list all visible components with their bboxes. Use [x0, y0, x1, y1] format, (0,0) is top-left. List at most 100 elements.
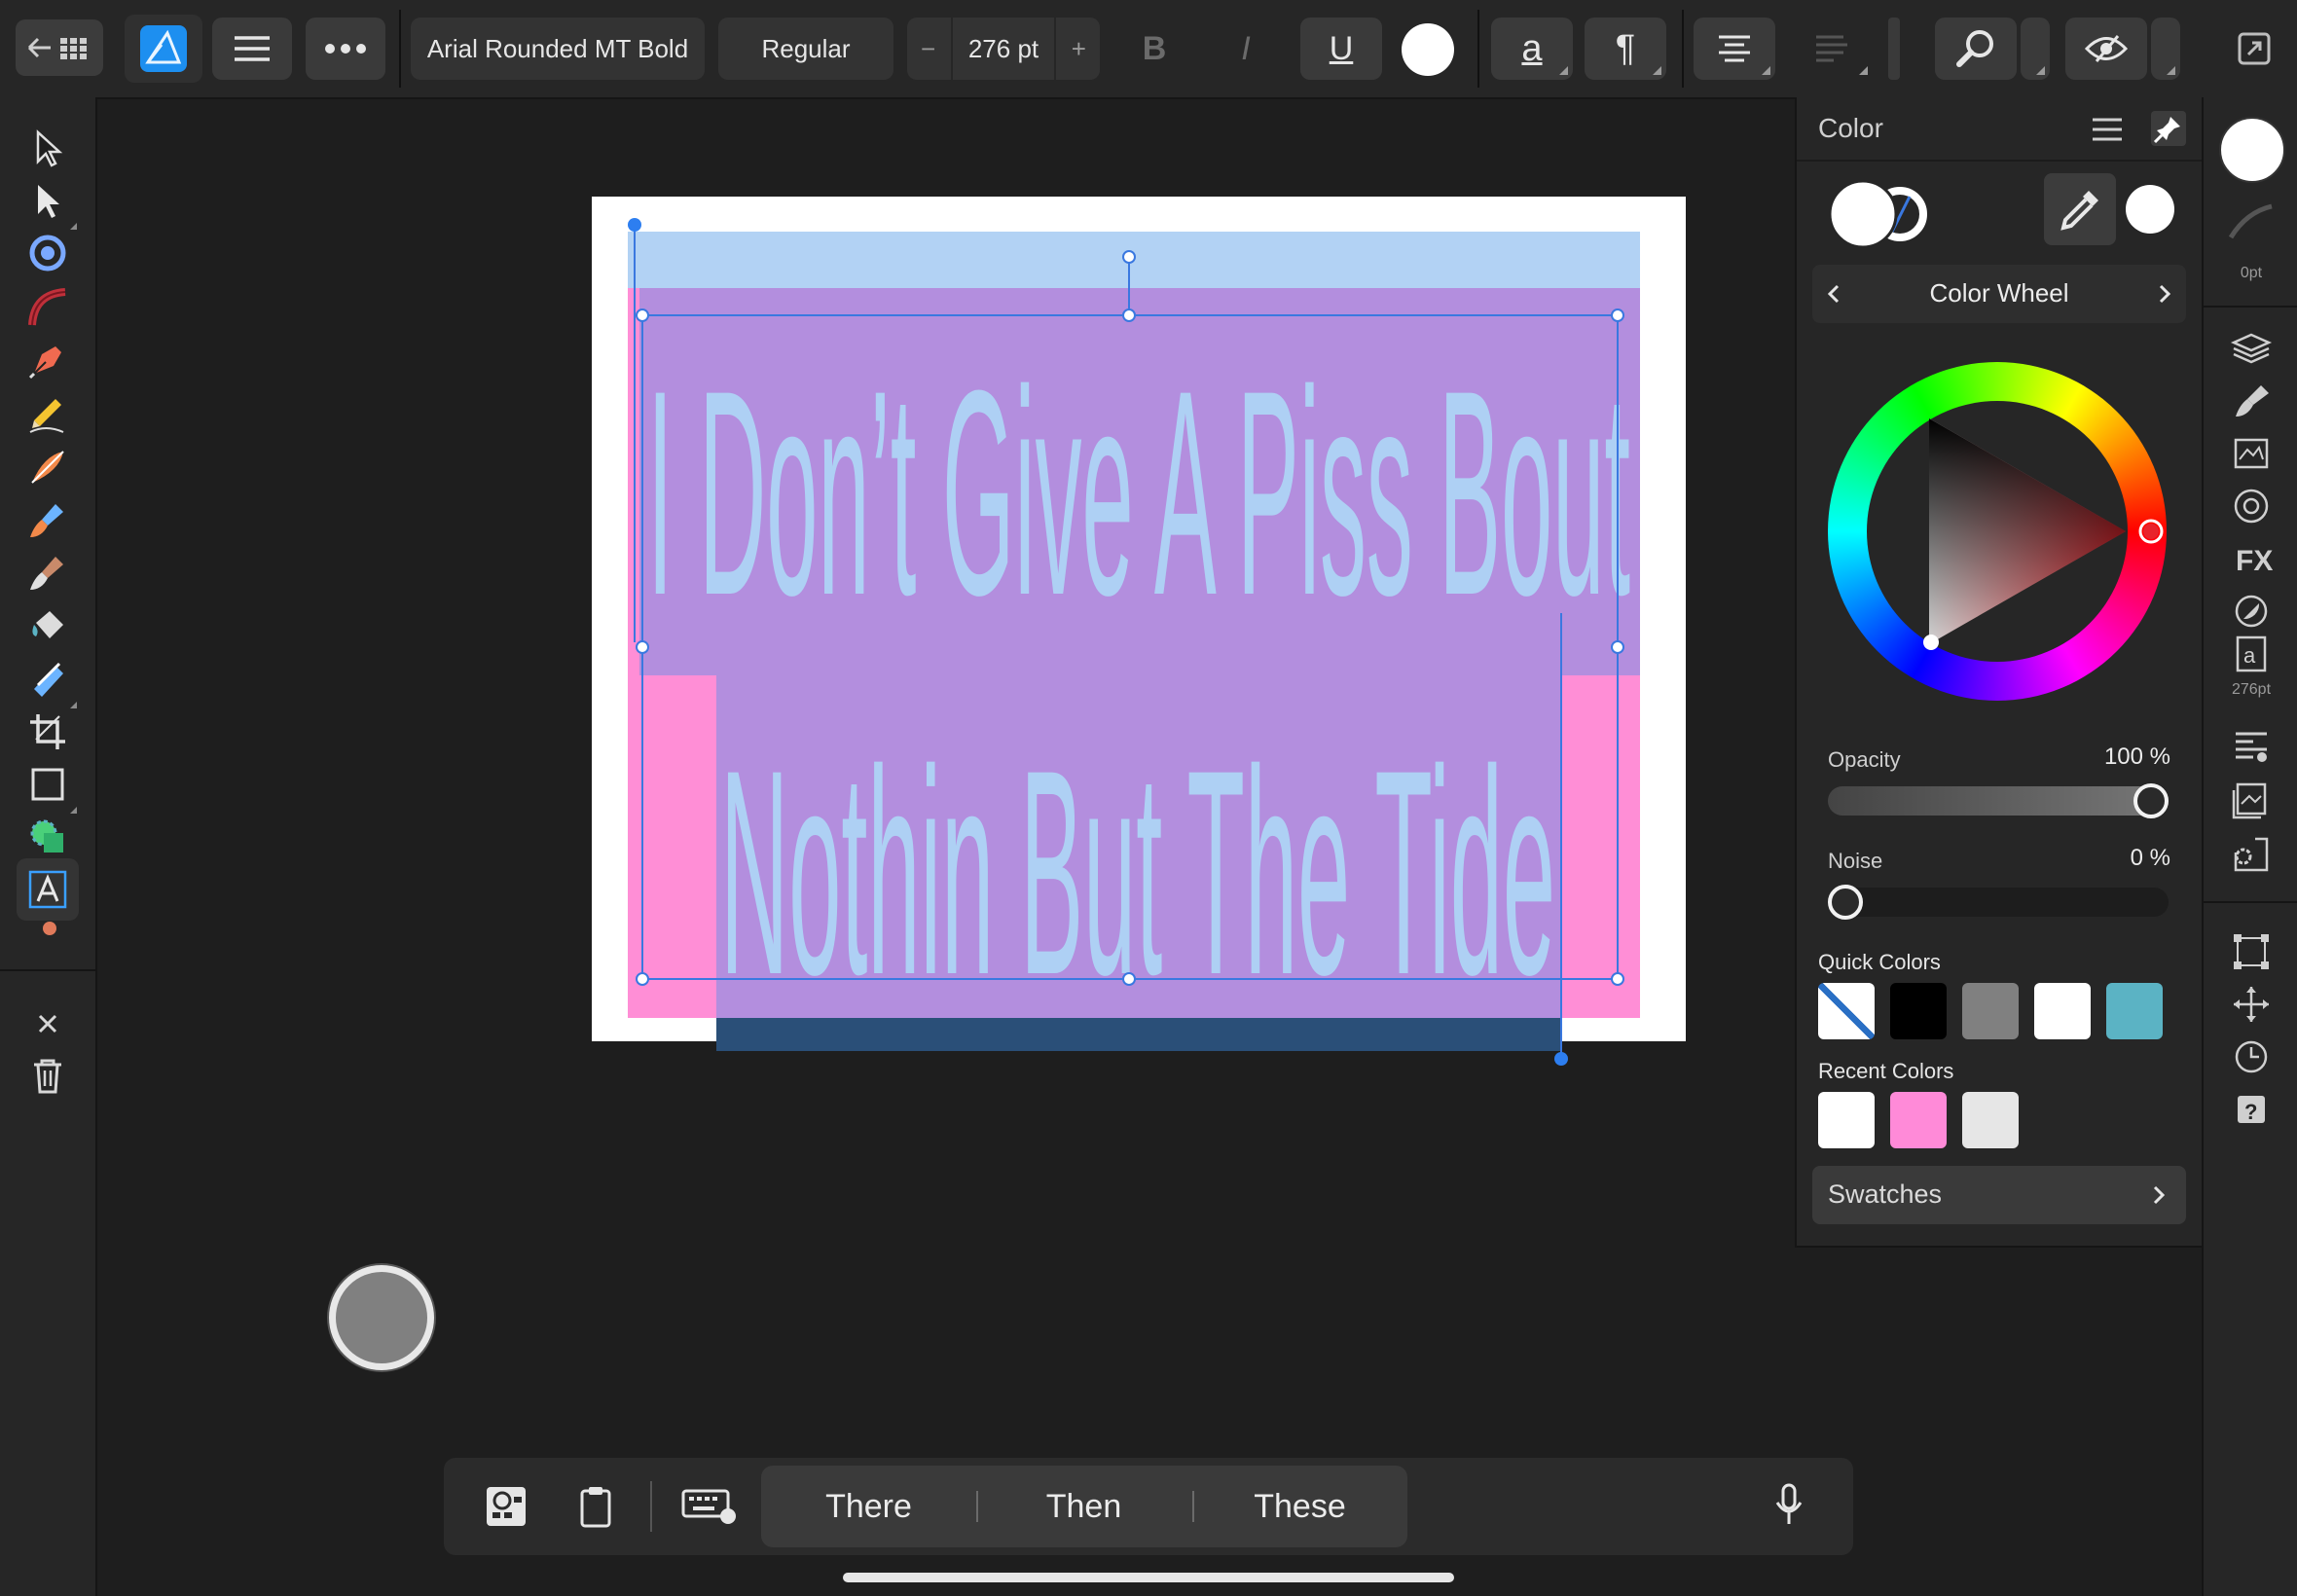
- settings-studio-button[interactable]: [2220, 823, 2282, 886]
- triangle-marker[interactable]: [1923, 635, 1939, 650]
- noise-value[interactable]: 0 %: [2089, 845, 2170, 872]
- more-tools-indicator[interactable]: [17, 911, 79, 940]
- back-to-gallery-button[interactable]: [16, 19, 103, 76]
- fill-tool[interactable]: [17, 594, 79, 656]
- view-mode-button[interactable]: [2065, 18, 2147, 80]
- noise-slider[interactable]: [1828, 885, 2169, 920]
- font-size-stepper[interactable]: − 276 pt +: [907, 18, 1100, 80]
- toolbar-divider: [1888, 18, 1900, 80]
- character-style-button[interactable]: a: [1491, 18, 1573, 80]
- quick-color-swatch[interactable]: [2034, 983, 2091, 1039]
- top-toolbar: Arial Rounded MT Bold Regular − 276 pt +…: [0, 0, 2297, 99]
- suggestion-item[interactable]: Then: [976, 1479, 1191, 1534]
- text-format-button[interactable]: [483, 1483, 529, 1530]
- stepper-divider: [951, 18, 954, 80]
- help-button[interactable]: ?: [2220, 1078, 2282, 1141]
- panel-menu-button[interactable]: [2091, 115, 2124, 144]
- color-panel-title: Color: [1818, 113, 1883, 143]
- paint-brush-blue-icon: [30, 504, 63, 537]
- alignment-button[interactable]: [1694, 18, 1775, 80]
- recent-color-swatch[interactable]: [1818, 1092, 1875, 1148]
- svg-text:a: a: [2243, 643, 2256, 668]
- studio-strip: 0pt FX a 276pt ?: [2202, 97, 2297, 1596]
- no-color-swatch[interactable]: [1818, 983, 1875, 1039]
- vertical-alignment-button[interactable]: [1791, 18, 1873, 80]
- bar-divider: [650, 1481, 652, 1532]
- noise-slider-knob[interactable]: [1828, 885, 1863, 920]
- underline-button[interactable]: U: [1300, 18, 1382, 80]
- color-mode-selector[interactable]: Color Wheel: [1812, 265, 2186, 323]
- hue-wheel[interactable]: [1828, 362, 2167, 701]
- color-panel: Color Color Wheel Opacity 100 % Noise 0 …: [1795, 97, 2202, 1248]
- dictation-button[interactable]: [1773, 1481, 1805, 1530]
- font-size-decrement-button[interactable]: −: [921, 34, 935, 64]
- bold-label: B: [1142, 29, 1167, 67]
- corner-tool[interactable]: [17, 222, 79, 284]
- font-size-value[interactable]: 276 pt: [968, 34, 1039, 64]
- fill-color-well[interactable]: [2219, 117, 2285, 183]
- suggestion-item[interactable]: These: [1192, 1479, 1407, 1534]
- corner-tool-icon: [29, 235, 66, 272]
- stroke-well[interactable]: [2220, 191, 2282, 253]
- canvas-text-line2[interactable]: Nothin But The Tide: [720, 708, 1555, 1035]
- opacity-value[interactable]: 100 %: [2089, 744, 2170, 771]
- hide-keyboard-button[interactable]: [681, 1487, 738, 1526]
- zoom-button[interactable]: [1935, 18, 2017, 80]
- chevron-right-icon[interactable]: [2155, 282, 2174, 306]
- text-studio-button[interactable]: a: [2220, 629, 2282, 681]
- font-size-increment-button[interactable]: +: [1072, 34, 1086, 64]
- saturation-triangle[interactable]: [1828, 362, 2167, 701]
- recent-color-swatch[interactable]: [1890, 1092, 1947, 1148]
- menu-button[interactable]: [212, 18, 292, 80]
- help-icon: ?: [2238, 1096, 2265, 1124]
- command-controller-button[interactable]: [329, 1265, 434, 1370]
- document-canvas[interactable]: I Don’t Give A Piss Bout Nothin But The …: [97, 97, 1793, 1596]
- font-family-field[interactable]: Arial Rounded MT Bold: [411, 18, 705, 80]
- swatches-label: Swatches: [1828, 1179, 1943, 1209]
- pencil-tool[interactable]: [17, 381, 79, 444]
- picked-color-swatch[interactable]: [2126, 185, 2174, 234]
- quick-color-swatch[interactable]: [1890, 983, 1947, 1039]
- assets-studio-button[interactable]: [2220, 769, 2282, 831]
- stroke-width-label: 0pt: [2240, 265, 2263, 281]
- canvas-text-line1[interactable]: I Don’t Give A Piss Bout: [647, 329, 1630, 656]
- zoom-options-button[interactable]: [2021, 18, 2050, 80]
- suggestion-divider: [1192, 1491, 1194, 1522]
- curve-tool-icon: [28, 288, 66, 326]
- tools-panel: [0, 97, 97, 1596]
- opacity-slider-knob[interactable]: [2133, 783, 2169, 818]
- more-options-button[interactable]: [306, 18, 385, 80]
- suggestion-item[interactable]: There: [761, 1479, 976, 1534]
- paste-button[interactable]: [576, 1483, 615, 1530]
- paragraph-button[interactable]: ¶: [1585, 18, 1666, 80]
- home-indicator[interactable]: [843, 1573, 1454, 1582]
- quick-color-swatch[interactable]: [1962, 983, 2019, 1039]
- fullscreen-button[interactable]: [2235, 29, 2274, 68]
- opacity-slider[interactable]: [1828, 783, 2169, 818]
- bold-button[interactable]: B: [1125, 18, 1184, 80]
- close-icon: [38, 1014, 57, 1034]
- text-fill-color-well[interactable]: [1402, 23, 1454, 76]
- color-mode-label: Color Wheel: [1929, 278, 2069, 308]
- brush-icon: [2236, 385, 2269, 417]
- swatches-button[interactable]: Swatches: [1812, 1166, 2186, 1224]
- fill-stroke-selector[interactable]: [1824, 177, 1931, 251]
- rectangle-icon: [31, 768, 64, 801]
- delete-button[interactable]: [17, 1045, 79, 1107]
- eye-icon: [2084, 35, 2129, 62]
- panel-divider: [1797, 160, 2202, 162]
- persona-button[interactable]: [125, 15, 202, 83]
- svg-text:FX: FX: [2236, 545, 2273, 577]
- recent-color-swatch[interactable]: [1962, 1092, 2019, 1148]
- canvas-area[interactable]: I Don’t Give A Piss Bout Nothin But The …: [97, 97, 1793, 1596]
- paint-brush-icon: [30, 557, 63, 590]
- eyedropper-button[interactable]: [2044, 173, 2116, 245]
- font-style-field[interactable]: Regular: [718, 18, 893, 80]
- quick-color-swatch[interactable]: [2106, 983, 2163, 1039]
- strip-divider: [2204, 306, 2297, 308]
- text-size-label: 276pt: [2231, 681, 2272, 698]
- expand-icon: [2238, 32, 2271, 65]
- italic-button[interactable]: I: [1217, 18, 1275, 80]
- pin-panel-button[interactable]: [2151, 111, 2186, 146]
- view-options-button[interactable]: [2151, 18, 2180, 80]
